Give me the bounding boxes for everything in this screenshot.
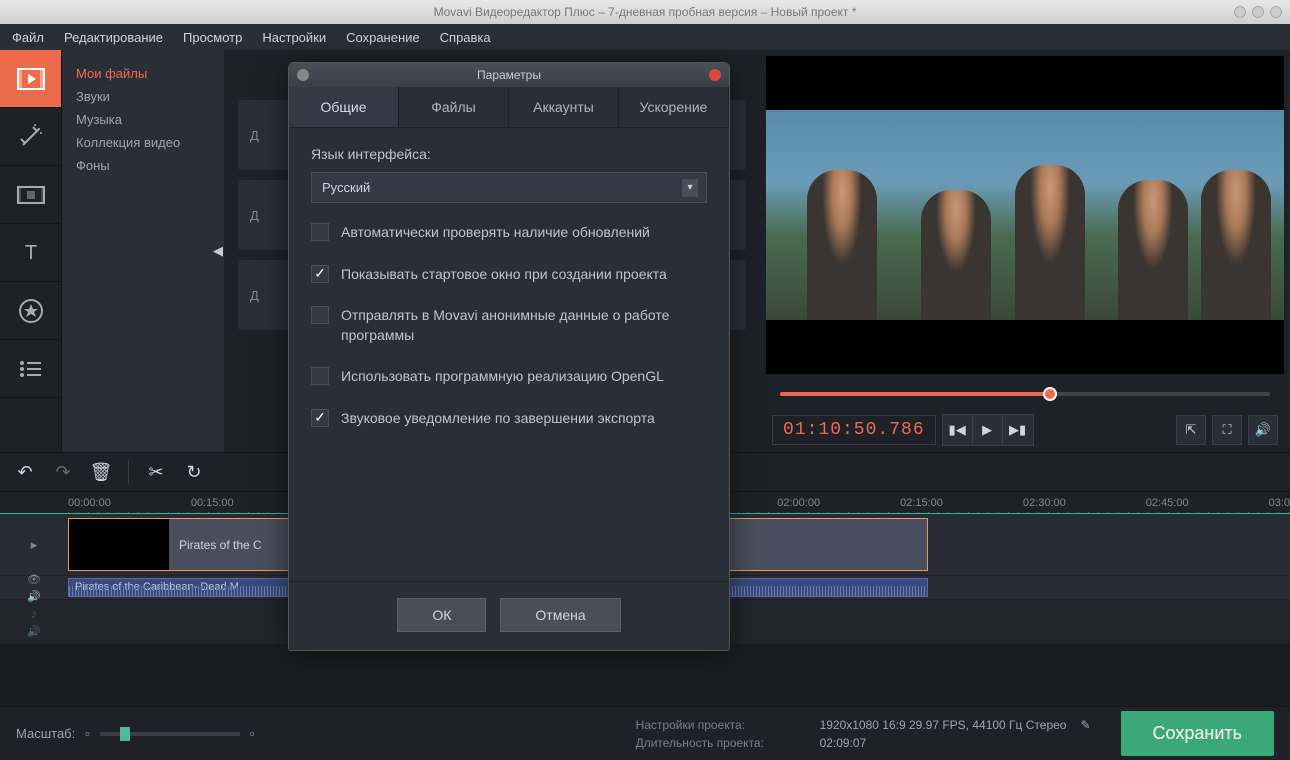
clip-thumbnail (69, 519, 169, 570)
preview-scrubber[interactable] (760, 380, 1290, 408)
check-sound-notify[interactable]: ✓ (311, 409, 329, 427)
window-titlebar: Movavi Видеоредактор Плюс – 7-дневная пр… (0, 0, 1290, 24)
save-button[interactable]: Сохранить (1121, 711, 1274, 756)
close-icon[interactable] (1270, 6, 1282, 18)
zoom-label: Масштаб: (16, 726, 75, 741)
tool-rail: T (0, 50, 62, 452)
speaker-icon[interactable]: 🔊 (27, 625, 41, 638)
tool-more[interactable] (0, 340, 61, 398)
menu-edit[interactable]: Редактирование (64, 30, 163, 45)
tab-files[interactable]: Файлы (399, 87, 509, 127)
dialog-titlebar: Параметры (289, 63, 729, 87)
music-icon: ♪ (31, 606, 38, 621)
tab-acceleration[interactable]: Ускорение (619, 87, 729, 127)
project-settings-value: 1920x1080 16:9 29.97 FPS, 44100 Гц Стере… (820, 718, 1067, 732)
tool-titles[interactable]: T (0, 224, 61, 282)
menu-settings[interactable]: Настройки (262, 30, 326, 45)
menubar: Файл Редактирование Просмотр Настройки С… (0, 24, 1290, 50)
language-label: Язык интерфейса: (311, 146, 707, 162)
timecode: 01:10:50.786 (772, 415, 936, 445)
menu-help[interactable]: Справка (440, 30, 491, 45)
statusbar: Масштаб: ▫ ▫ Настройки проекта: 1920x108… (0, 706, 1290, 760)
next-button[interactable]: ▶▮ (1003, 415, 1033, 445)
video-clip-label: Pirates of the C (169, 538, 262, 552)
undo-button[interactable]: ↶ (10, 457, 40, 487)
tool-import[interactable] (0, 50, 61, 108)
check-anon-data[interactable] (311, 306, 329, 324)
project-duration-value: 02:09:07 (820, 736, 867, 750)
zoom-out-icon[interactable]: ▫ (85, 726, 90, 741)
check-anon-data-label: Отправлять в Movavi анонимные данные о р… (341, 306, 707, 345)
redo-button[interactable]: ↷ (48, 457, 78, 487)
tool-stickers[interactable] (0, 282, 61, 340)
detach-button[interactable]: ⇱ (1176, 415, 1206, 445)
tab-accounts[interactable]: Аккаунты (509, 87, 619, 127)
window-title: Movavi Видеоредактор Плюс – 7-дневная пр… (434, 5, 857, 19)
preview-video[interactable] (766, 56, 1284, 374)
zoom-in-icon[interactable]: ▫ (250, 726, 255, 741)
video-track-icon: ▸ (31, 537, 38, 553)
check-startscreen-label: Показывать стартовое окно при создании п… (341, 265, 667, 285)
dialog-title: Параметры (477, 68, 541, 82)
svg-text:T: T (24, 242, 36, 264)
volume-button[interactable]: 🔊 (1248, 415, 1278, 445)
edit-icon[interactable]: ✎ (1080, 718, 1090, 732)
rotate-button[interactable]: ↻ (179, 457, 209, 487)
menu-view[interactable]: Просмотр (183, 30, 242, 45)
eye-icon[interactable]: 👁 (27, 573, 41, 586)
check-updates-label: Автоматически проверять наличие обновлен… (341, 223, 650, 243)
cancel-button[interactable]: Отмена (500, 598, 620, 632)
check-sound-notify-label: Звуковое уведомление по завершении экспо… (341, 409, 655, 429)
collapse-icon[interactable]: ◀ (211, 231, 225, 271)
play-button[interactable]: ▶ (973, 415, 1003, 445)
check-updates[interactable] (311, 223, 329, 241)
maximize-icon[interactable] (1252, 6, 1264, 18)
menu-file[interactable]: Файл (12, 30, 44, 45)
tool-transitions[interactable] (0, 166, 61, 224)
sidebar-item-sounds[interactable]: Звуки (76, 85, 210, 108)
tab-general[interactable]: Общие (289, 87, 399, 127)
check-opengl-label: Использовать программную реализацию Open… (341, 367, 664, 387)
fullscreen-button[interactable]: ⛶ (1212, 415, 1242, 445)
cut-button[interactable]: ✂ (141, 457, 171, 487)
check-opengl[interactable] (311, 367, 329, 385)
audio-clip-label: Pirates of the Caribbean- Dead M (75, 581, 239, 593)
menu-save[interactable]: Сохранение (346, 30, 420, 45)
side-panel: Мои файлы Звуки Музыка Коллекция видео Ф… (62, 50, 224, 452)
project-settings-label: Настройки проекта: (636, 718, 806, 732)
dialog-menu-icon[interactable] (297, 69, 309, 81)
dialog-close-icon[interactable] (709, 69, 721, 81)
minimize-icon[interactable] (1234, 6, 1246, 18)
delete-button[interactable]: 🗑 (86, 457, 116, 487)
sidebar-item-music[interactable]: Музыка (76, 108, 210, 131)
zoom-slider[interactable] (100, 732, 240, 736)
ok-button[interactable]: ОК (397, 598, 486, 632)
preview-panel: 01:10:50.786 ▮◀ ▶ ▶▮ ⇱ ⛶ 🔊 (760, 50, 1290, 452)
prev-button[interactable]: ▮◀ (943, 415, 973, 445)
settings-dialog: Параметры Общие Файлы Аккаунты Ускорение… (288, 62, 730, 651)
project-duration-label: Длительность проекта: (636, 736, 806, 750)
sidebar-item-myfiles[interactable]: Мои файлы (76, 62, 210, 85)
sidebar-item-backgrounds[interactable]: Фоны (76, 154, 210, 177)
check-startscreen[interactable]: ✓ (311, 265, 329, 283)
tool-filters[interactable] (0, 108, 61, 166)
language-select[interactable]: Русский (311, 172, 707, 203)
sidebar-item-videocol[interactable]: Коллекция видео (76, 131, 210, 154)
